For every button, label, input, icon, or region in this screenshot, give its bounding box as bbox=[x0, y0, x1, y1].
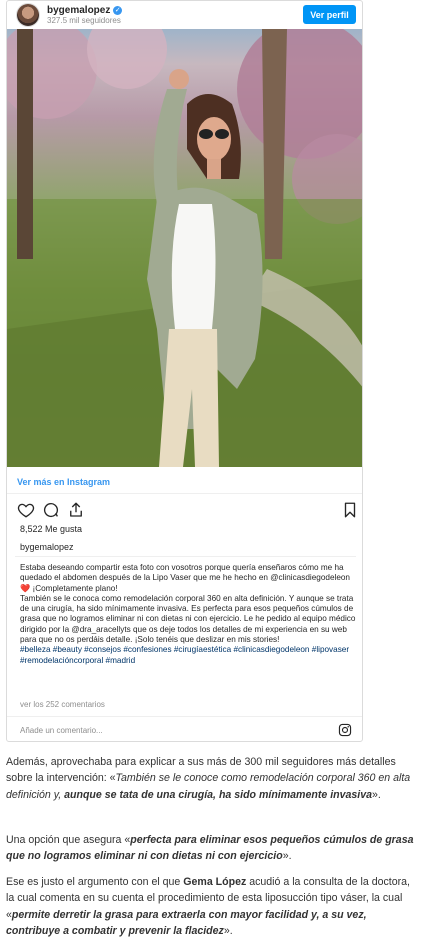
bookmark-icon[interactable] bbox=[341, 501, 359, 519]
caption-hashtags[interactable]: #belleza #beauty #consejos #confesiones … bbox=[20, 645, 356, 666]
view-more-instagram-link[interactable]: Ver más en Instagram bbox=[17, 477, 110, 487]
article-paragraph-3: Ese es justo el argumento con el que Gem… bbox=[6, 874, 418, 939]
share-icon[interactable] bbox=[67, 501, 85, 519]
embed-header: bygemalopez ✓ 327.5 mil seguidores Ver pe… bbox=[7, 1, 362, 29]
followers-count: 327.5 mil seguidores bbox=[47, 16, 121, 25]
article-text: ». bbox=[282, 850, 292, 863]
instagram-embed: bygemalopez ✓ 327.5 mil seguidores Ver pe… bbox=[6, 0, 363, 742]
article-paragraph-2: Una opción que asegura «perfecta para el… bbox=[6, 832, 418, 865]
divider bbox=[7, 716, 362, 717]
article-person-name: Gema López bbox=[183, 876, 247, 888]
post-photo[interactable] bbox=[7, 29, 362, 467]
view-comments-link[interactable]: ver los 252 comentarios bbox=[20, 700, 105, 709]
likes-count[interactable]: 8,522 Me gusta bbox=[20, 524, 82, 534]
add-comment-input[interactable]: Añade un comentario... bbox=[20, 726, 103, 735]
article-quote-emphasis: permite derretir la grasa para extraerla… bbox=[6, 908, 367, 937]
article-quote-emphasis: aunque se tata de una cirugía, ha sido m… bbox=[61, 788, 373, 801]
divider bbox=[15, 556, 356, 557]
instagram-icon[interactable] bbox=[338, 723, 352, 737]
heart-icon[interactable] bbox=[17, 501, 35, 519]
caption-paragraph-1: Estaba deseando compartir esta foto con … bbox=[20, 563, 350, 593]
username-text[interactable]: bygemalopez bbox=[47, 5, 110, 16]
comment-icon[interactable] bbox=[42, 501, 60, 519]
article-text: Una opción que asegura « bbox=[6, 834, 131, 846]
divider bbox=[7, 493, 362, 494]
avatar[interactable] bbox=[17, 4, 39, 26]
post-caption: Estaba deseando compartir esta foto con … bbox=[20, 563, 356, 666]
view-profile-button[interactable]: Ver perfil bbox=[303, 5, 356, 24]
article-paragraph-1: Además, aprovechaba para explicar a sus … bbox=[6, 754, 418, 803]
post-photo-illustration bbox=[7, 29, 362, 467]
article-text: ». bbox=[223, 924, 233, 937]
article-text: ». bbox=[372, 788, 381, 801]
verified-icon: ✓ bbox=[113, 6, 123, 15]
username[interactable]: bygemalopez ✓ bbox=[47, 5, 123, 16]
caption-paragraph-2: También se le conoca como remodelación c… bbox=[20, 593, 356, 645]
post-owner[interactable]: bygemalopez bbox=[20, 542, 74, 552]
article-text: Ese es justo el argumento con el que bbox=[6, 876, 184, 888]
